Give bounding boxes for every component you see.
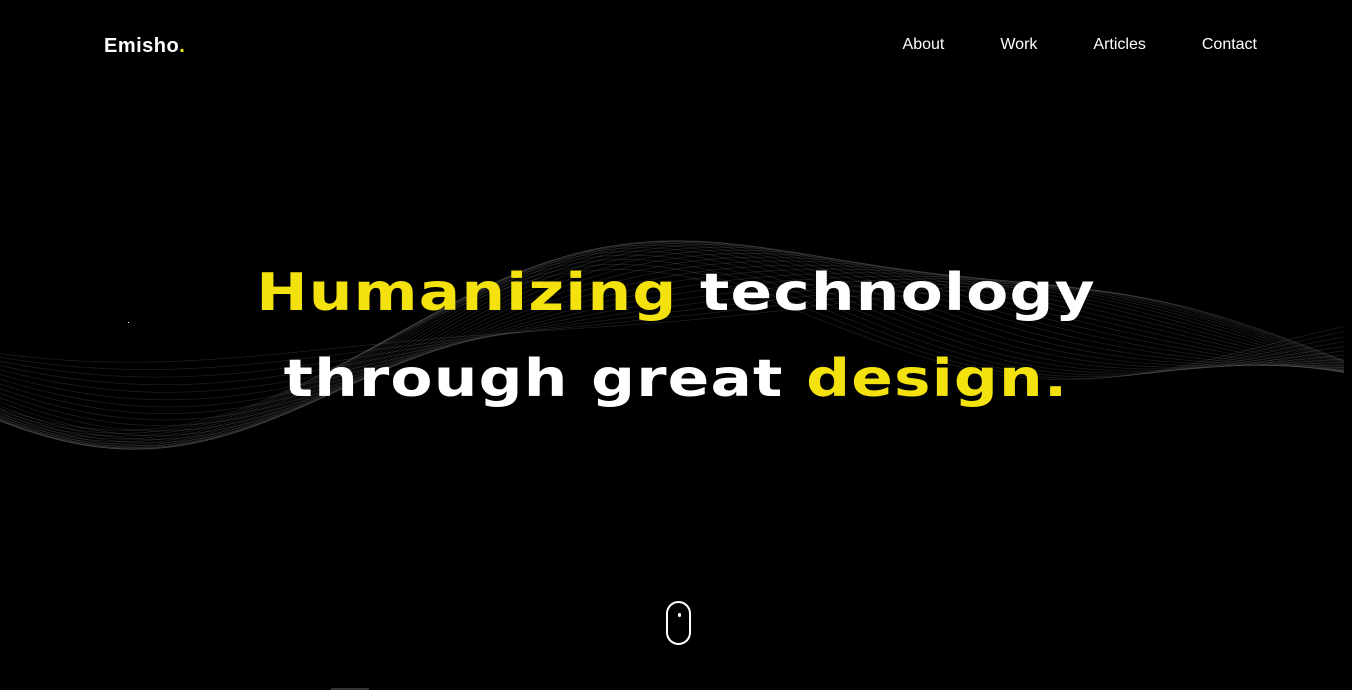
mouse-wheel-dot [678, 613, 681, 617]
mouse-scroll-icon[interactable] [666, 601, 691, 645]
nav-link-work[interactable]: Work [1000, 35, 1037, 55]
brand-name: Emisho [104, 35, 180, 57]
nav-link-articles[interactable]: Articles [1093, 35, 1145, 55]
brand-dot: . [179, 35, 186, 57]
nav-link-contact[interactable]: Contact [1202, 35, 1257, 55]
nav-link-about[interactable]: About [903, 35, 945, 55]
site-header: Emisho. About Work Articles Contact [0, 0, 1352, 90]
hero-line-1: Humanizing technology [0, 250, 1352, 336]
hero-highlight-design: design. [806, 349, 1069, 409]
hero-text-technology: technology [677, 263, 1096, 323]
brand-logo[interactable]: Emisho. [104, 33, 185, 59]
main-nav: About Work Articles Contact [847, 35, 1257, 55]
hero-highlight-humanizing: Humanizing [256, 263, 678, 323]
hero-heading: Humanizing technology through great desi… [0, 250, 1352, 422]
hero-text-through-great: through great [283, 349, 807, 409]
hero-line-2: through great design. [0, 336, 1352, 422]
page: Emisho. About Work Articles Contact Huma… [0, 0, 1352, 690]
